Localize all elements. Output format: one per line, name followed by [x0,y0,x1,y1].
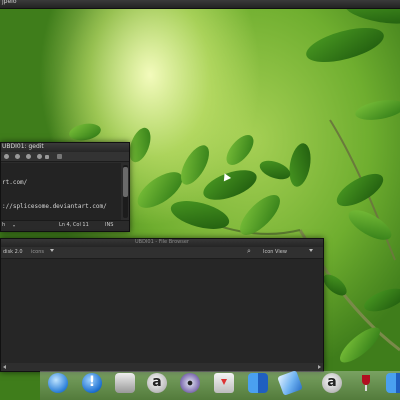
alert-glyph: ! [88,374,96,390]
open-icon[interactable] [15,154,20,159]
insert-mode: INS [105,222,114,228]
finder-icon[interactable] [248,373,268,393]
view-mode-selector[interactable]: Icon View [263,249,287,255]
save-icon[interactable] [26,154,31,159]
gedit-window[interactable]: UBDI01: gedit rt.com/ ://splicesome.devi… [0,142,130,232]
file-manager-toolbar: disk 2.0 icons ⌕ Icon View [1,247,323,259]
alert-icon[interactable]: ! [82,373,102,393]
top-window-title: jpelo [2,0,17,5]
disk-utility-icon[interactable] [115,373,135,393]
amazon-icon-2[interactable]: a [322,373,342,393]
undo-icon[interactable] [37,154,42,159]
search-icon[interactable]: ⌕ [247,247,251,256]
chevron-down-icon[interactable] [309,249,313,252]
gedit-statusbar: h ▾ Ln 4, Col 11 INS [1,220,129,231]
search-icon[interactable] [57,154,62,159]
dvd-player-icon[interactable] [180,373,200,393]
gedit-window-title: UBDI01: gedit [2,143,44,150]
cursor-position: Ln 4, Col 11 [59,222,89,228]
mail-icon[interactable] [277,370,303,396]
arrow-down-icon [221,379,227,385]
editor-line: ://splicesome.deviantart.com/ [2,203,107,210]
scroll-right-icon[interactable] [318,365,321,369]
editor-line: rt.com/ [2,179,28,186]
finder-icon-2[interactable] [386,373,400,393]
location-breadcrumb[interactable]: disk 2.0 [3,249,23,255]
gedit-editor[interactable]: rt.com/ ://splicesome.deviantart.com/ [1,163,121,220]
language-selector[interactable]: h [2,222,5,228]
amazon-icon-1[interactable]: a [147,373,167,393]
file-manager-horizontal-scrollbar[interactable] [1,363,323,371]
file-manager-title: UBDI01 - File Browser [135,239,189,245]
file-manager-window[interactable]: UBDI01 - File Browser disk 2.0 icons ⌕ I… [0,238,324,372]
file-manager-titlebar[interactable]: UBDI01 - File Browser [1,239,323,247]
amazon-glyph: a [152,374,162,390]
location-extra[interactable]: icons [31,249,44,255]
wine-stem-icon [365,385,367,391]
gedit-titlebar[interactable]: UBDI01: gedit [1,143,129,152]
new-document-icon[interactable] [4,154,9,159]
safari-icon[interactable] [48,373,68,393]
top-window-titlebar[interactable]: jpelo [0,0,400,9]
chevron-down-icon[interactable] [50,249,54,252]
file-manager-content[interactable] [1,259,323,363]
gedit-vertical-scrollbar[interactable] [123,165,128,218]
scrollbar-thumb[interactable] [123,167,128,197]
downloads-icon[interactable] [214,373,234,393]
chevron-down-icon[interactable]: ▾ [13,223,15,228]
redo-icon[interactable] [45,155,49,159]
wine-icon[interactable] [356,373,376,393]
wine-glass-icon [362,375,370,385]
gedit-toolbar [1,152,129,162]
amazon-glyph: a [327,374,337,390]
dock: ! a a [40,370,400,400]
scroll-left-icon[interactable] [3,365,6,369]
